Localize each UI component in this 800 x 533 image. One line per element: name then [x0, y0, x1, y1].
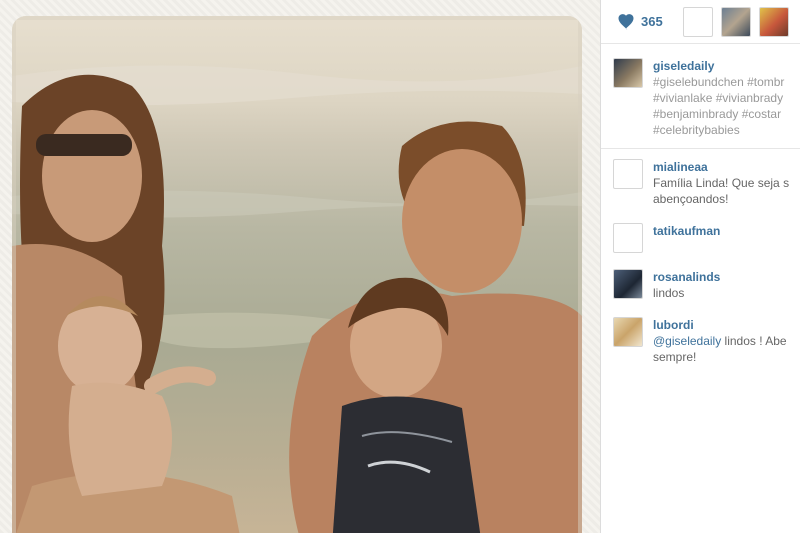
like-button[interactable]: 365: [617, 13, 663, 30]
list-item: lubordi @giseledaily lindos ! Abe sempre…: [601, 307, 800, 371]
liker-avatar[interactable]: [758, 6, 789, 37]
list-item: rosanalinds lindos: [601, 259, 800, 307]
comment-text: lindos: [653, 286, 685, 300]
caption-username[interactable]: giseledaily: [653, 58, 784, 74]
comment-username[interactable]: mialineaa: [653, 159, 790, 175]
liker-avatar[interactable]: [682, 6, 713, 37]
comment-text: @giseledaily lindos ! Abe: [653, 333, 790, 349]
hashtag-line[interactable]: #giselebundchen #tombr: [653, 74, 784, 90]
list-item: mialineaa Família Linda! Que seja s aben…: [601, 149, 800, 213]
comment-username[interactable]: rosanalinds: [653, 269, 790, 285]
avatar[interactable]: [613, 317, 643, 347]
list-item: tatikaufman: [601, 213, 800, 259]
comment-text: abençoandos!: [653, 192, 729, 206]
hashtag-line[interactable]: #benjaminbrady #costar: [653, 106, 784, 122]
liker-avatar[interactable]: [720, 6, 751, 37]
post-photo[interactable]: [12, 16, 582, 533]
comment-text: sempre!: [653, 350, 697, 364]
avatar[interactable]: [613, 58, 643, 88]
comment-username[interactable]: tatikaufman: [653, 223, 790, 239]
beach-family-photo: [12, 16, 582, 533]
post-caption: giseledaily #giselebundchen #tombr #vivi…: [601, 44, 800, 149]
photo-viewer: [0, 0, 600, 533]
comment-text: lindos ! Abe: [721, 334, 787, 348]
likes-bar: 365: [601, 0, 800, 44]
avatar[interactable]: [613, 269, 643, 299]
comment-username[interactable]: lubordi: [653, 317, 790, 333]
heart-icon: [618, 13, 634, 30]
like-count: 365: [641, 14, 663, 29]
hashtag-line[interactable]: #celebritybabies: [653, 122, 784, 138]
avatar[interactable]: [613, 159, 643, 189]
post-sidebar: 365 giseledaily #giselebundchen #tombr #…: [600, 0, 800, 533]
avatar[interactable]: [613, 223, 643, 253]
comment-text: Família Linda! Que seja s: [653, 176, 790, 190]
mention-link[interactable]: @giseledaily: [653, 334, 721, 348]
hashtag-line[interactable]: #vivianlake #vivianbrady: [653, 90, 784, 106]
